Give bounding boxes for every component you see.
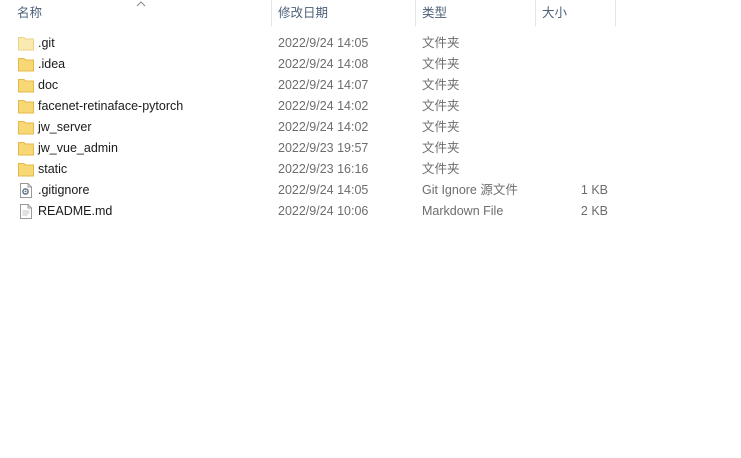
file-type: 文件夹 <box>422 36 460 50</box>
file-name: README.md <box>38 204 113 218</box>
column-divider[interactable] <box>415 0 416 26</box>
file-size: 2 KB <box>580 204 608 218</box>
file-row[interactable]: jw_server 2022/9/24 14:02 文件夹 <box>0 117 741 138</box>
column-divider[interactable] <box>535 0 536 26</box>
file-row[interactable]: .git 2022/9/24 14:05 文件夹 <box>0 33 741 54</box>
file-row[interactable]: .gitignore 2022/9/24 14:05 Git Ignore 源文… <box>0 180 741 201</box>
file-modified: 2022/9/23 19:57 <box>278 141 369 155</box>
file-type: 文件夹 <box>422 162 460 176</box>
folder-icon <box>18 141 34 156</box>
file-type: 文件夹 <box>422 78 460 92</box>
column-divider[interactable] <box>615 0 616 26</box>
file-type: Markdown File <box>422 204 504 218</box>
file-size: 1 KB <box>580 183 608 197</box>
file-modified: 2022/9/24 14:05 <box>278 36 369 50</box>
file-type: 文件夹 <box>422 141 460 155</box>
file-modified: 2022/9/24 14:07 <box>278 78 369 92</box>
file-name: .idea <box>38 57 66 71</box>
folder-icon <box>18 36 34 51</box>
file-modified: 2022/9/24 14:05 <box>278 183 369 197</box>
folder-icon <box>18 78 34 93</box>
file-type: 文件夹 <box>422 99 460 113</box>
file-modified: 2022/9/24 14:02 <box>278 120 369 134</box>
column-header-type[interactable]: 类型 <box>422 0 447 26</box>
column-header-modified[interactable]: 修改日期 <box>278 0 328 26</box>
folder-icon <box>18 57 34 72</box>
gear-file-icon <box>18 183 34 198</box>
file-name: jw_vue_admin <box>38 141 118 155</box>
file-row[interactable]: jw_vue_admin 2022/9/23 19:57 文件夹 <box>0 138 741 159</box>
file-name: doc <box>38 78 59 92</box>
file-name: facenet-retinaface-pytorch <box>38 99 184 113</box>
file-name: .gitignore <box>38 183 90 197</box>
folder-icon <box>18 120 34 135</box>
file-row[interactable]: static 2022/9/23 16:16 文件夹 <box>0 159 741 180</box>
file-name: static <box>38 162 68 176</box>
file-type: 文件夹 <box>422 57 460 71</box>
file-row[interactable]: facenet-retinaface-pytorch 2022/9/24 14:… <box>0 96 741 117</box>
file-name: .git <box>38 36 55 50</box>
folder-icon <box>18 162 34 177</box>
file-type: 文件夹 <box>422 120 460 134</box>
file-modified: 2022/9/24 10:06 <box>278 204 369 218</box>
file-row[interactable]: README.md 2022/9/24 10:06 Markdown File … <box>0 201 741 222</box>
file-modified: 2022/9/23 16:16 <box>278 162 369 176</box>
column-header-name[interactable]: 名称 <box>17 0 42 26</box>
text-file-icon <box>18 204 34 219</box>
folder-icon <box>18 99 34 114</box>
sort-ascending-icon <box>136 0 146 11</box>
file-name: jw_server <box>38 120 92 134</box>
column-header-bar: 名称 修改日期 类型 大小 <box>0 0 741 26</box>
file-type: Git Ignore 源文件 <box>422 183 518 197</box>
file-modified: 2022/9/24 14:02 <box>278 99 369 113</box>
column-divider[interactable] <box>271 0 272 26</box>
column-header-size[interactable]: 大小 <box>542 0 567 26</box>
file-row[interactable]: doc 2022/9/24 14:07 文件夹 <box>0 75 741 96</box>
file-modified: 2022/9/24 14:08 <box>278 57 369 71</box>
file-row[interactable]: .idea 2022/9/24 14:08 文件夹 <box>0 54 741 75</box>
